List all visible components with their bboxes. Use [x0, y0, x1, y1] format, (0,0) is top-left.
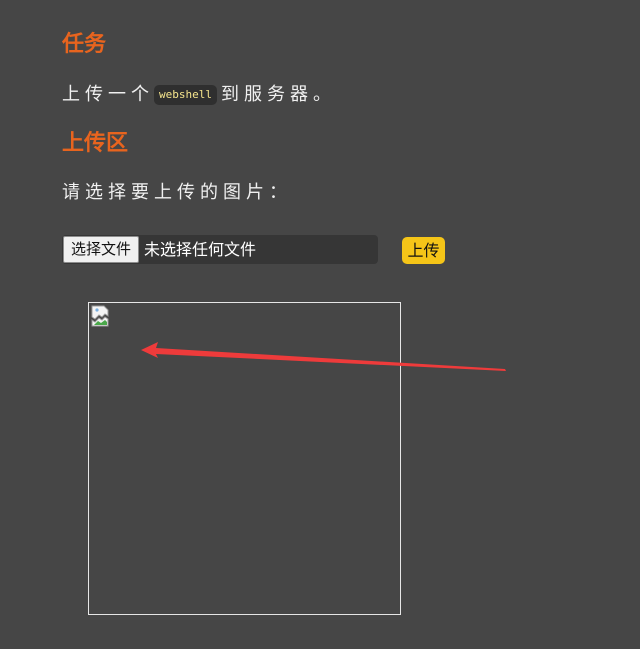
choose-file-button[interactable]: 选择文件 — [63, 236, 140, 263]
webshell-code: webshell — [154, 85, 217, 105]
task-heading: 任务 — [62, 32, 107, 57]
image-preview — [88, 302, 401, 615]
upload-heading: 上传区 — [62, 131, 129, 156]
task-description: 上传一个 webshell 到服务器。 — [62, 82, 336, 108]
upload-prompt: 请选择要上传的图片： — [62, 182, 292, 203]
task-text-before: 上传一个 — [62, 84, 154, 105]
broken-image-icon — [91, 305, 109, 327]
file-status-text: 未选择任何文件 — [144, 240, 257, 259]
file-input[interactable]: 选择文件 未选择任何文件 — [62, 235, 378, 264]
upload-button[interactable]: 上传 — [402, 237, 445, 264]
task-text-after: 到服务器。 — [220, 84, 336, 105]
